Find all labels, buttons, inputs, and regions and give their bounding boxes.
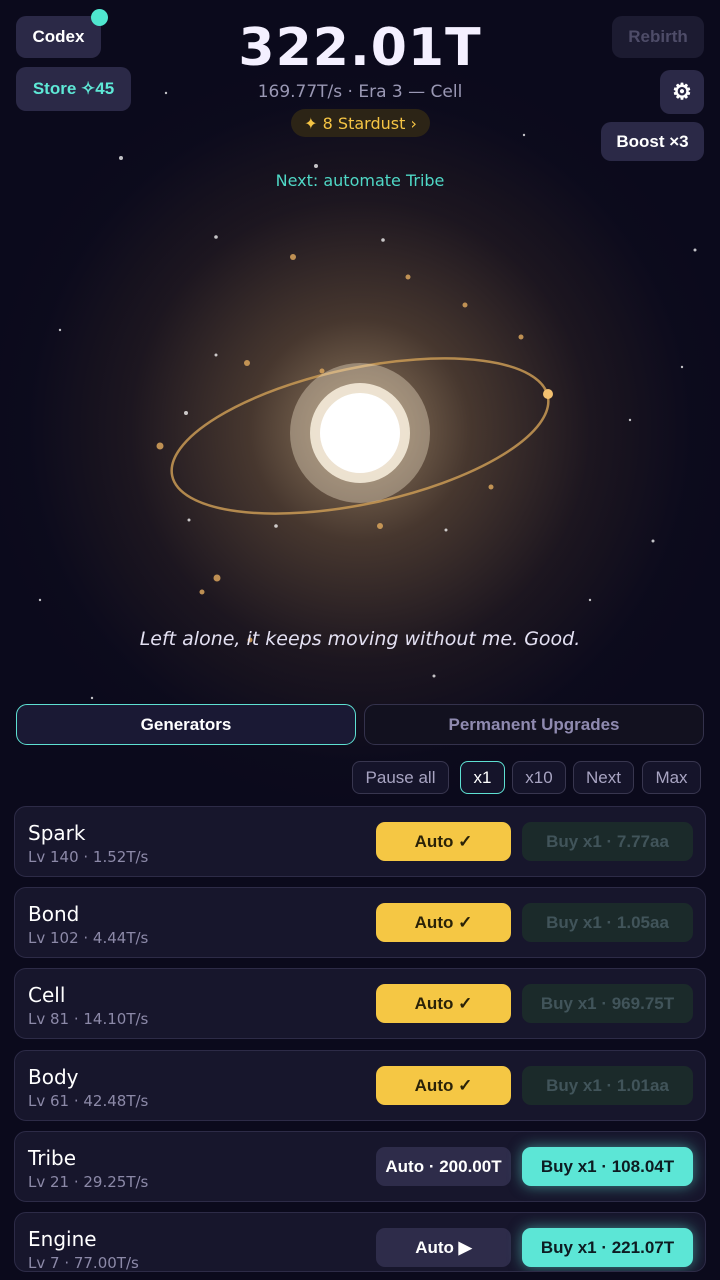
tab-generators[interactable]: Generators [16,704,356,745]
generator-row-body: Body Lv 61 · 42.48T/s Auto ✓ Buy x1 · 1.… [14,1050,706,1121]
generator-stats: Lv 7 · 77.00T/s [28,1254,139,1272]
buy-button[interactable]: Buy x1 · 969.75T [522,984,693,1023]
narration-quote: Left alone, it keeps moving without me. … [139,628,581,650]
generator-name: Body [28,1065,79,1089]
auto-button[interactable]: Auto ✓ [376,903,511,942]
generator-stats: Lv 102 · 4.44T/s [28,929,149,947]
auto-button[interactable]: Auto ✓ [376,984,511,1023]
generator-stats: Lv 140 · 1.52T/s [28,848,149,866]
generator-row-spark: Spark Lv 140 · 1.52T/s Auto ✓ Buy x1 · 7… [14,806,706,877]
generator-name: Tribe [28,1146,77,1170]
generator-stats: Lv 61 · 42.48T/s [28,1092,149,1110]
pause-all-button[interactable]: Pause all [352,761,449,794]
auto-button[interactable]: Auto · 200.00T [376,1147,511,1186]
buy-button[interactable]: Buy x1 · 221.07T [522,1228,693,1267]
buy-button[interactable]: Buy x1 · 108.04T [522,1147,693,1186]
auto-button[interactable]: Auto ✓ [376,822,511,861]
stardust-badge[interactable]: ✦ 8 Stardust › [291,109,430,137]
buy-button[interactable]: Buy x1 · 1.01aa [522,1066,693,1105]
boost-button[interactable]: Boost ×3 [601,122,704,161]
auto-button[interactable]: Auto ▶ [376,1228,511,1267]
generator-stats: Lv 81 · 14.10T/s [28,1010,149,1028]
generator-name: Bond [28,902,80,926]
generator-name: Cell [28,983,66,1007]
next-hint: Next: automate Tribe [275,171,445,190]
buy-x10-toggle[interactable]: x10 [512,761,566,794]
tab-permanent-upgrades[interactable]: Permanent Upgrades [364,704,704,745]
buy-next-toggle[interactable]: Next [573,761,634,794]
generator-stats: Lv 21 · 29.25T/s [28,1173,149,1191]
rate-display: 169.77T/s · Era 3 — Cell [257,82,463,102]
buy-max-toggle[interactable]: Max [642,761,701,794]
generator-row-engine: Engine Lv 7 · 77.00T/s Auto ▶ Buy x1 · 2… [14,1212,706,1272]
buy-button[interactable]: Buy x1 · 1.05aa [522,903,693,942]
generator-row-cell: Cell Lv 81 · 14.10T/s Auto ✓ Buy x1 · 96… [14,968,706,1039]
generator-name: Engine [28,1227,97,1251]
score-display: 322.01T [238,18,482,78]
buy-x1-toggle[interactable]: x1 [460,761,505,794]
generator-row-bond: Bond Lv 102 · 4.44T/s Auto ✓ Buy x1 · 1.… [14,887,706,958]
auto-button[interactable]: Auto ✓ [376,1066,511,1105]
buy-button[interactable]: Buy x1 · 7.77aa [522,822,693,861]
generator-row-tribe: Tribe Lv 21 · 29.25T/s Auto · 200.00T Bu… [14,1131,706,1202]
generator-name: Spark [28,821,86,845]
